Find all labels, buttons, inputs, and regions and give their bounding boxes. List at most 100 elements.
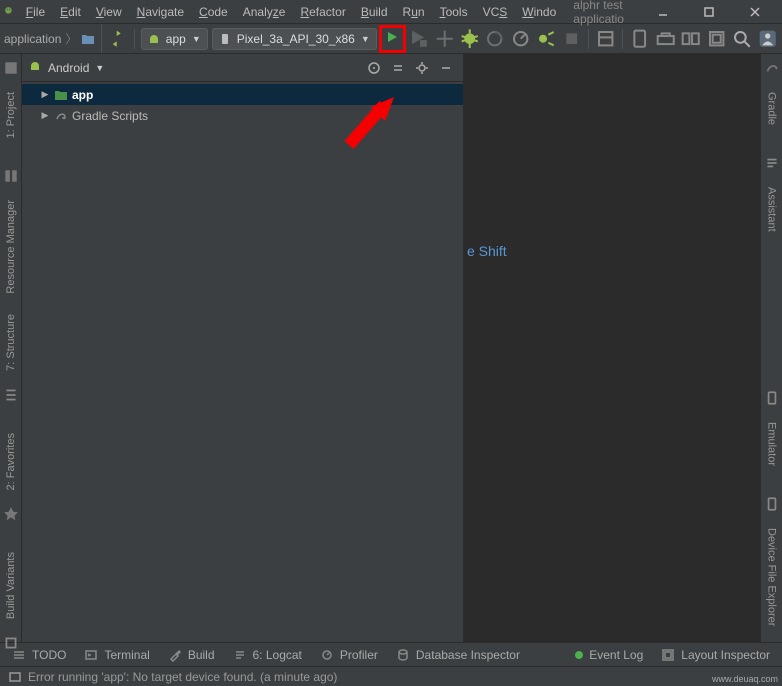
avd-manager-button[interactable] — [629, 28, 650, 50]
run-config-dropdown[interactable]: app ▼ — [141, 28, 208, 50]
build-toolwindow-button[interactable]: Build — [168, 648, 215, 662]
layout-icon — [661, 648, 675, 662]
build-variants-button[interactable]: Build Variants — [5, 542, 17, 629]
menu-file[interactable]: FFileile — [19, 3, 52, 21]
sync-gradle-button[interactable] — [106, 28, 127, 50]
event-log-button[interactable]: Event Log — [575, 648, 643, 662]
user-avatar[interactable] — [757, 28, 778, 50]
project-tree[interactable]: ▶ app ▶ Gradle Scripts — [22, 82, 463, 642]
left-toolwindow-rail: 1: Project Resource Manager 7: Structure… — [0, 54, 22, 642]
star-icon[interactable] — [3, 506, 19, 522]
menu-analyze[interactable]: Analyze — [236, 3, 293, 21]
device-label: Pixel_3a_API_30_x86 — [237, 32, 355, 46]
project-panel: Android ▼ ▶ — [22, 54, 464, 642]
device-file-explorer-icon[interactable] — [764, 496, 780, 512]
logcat-toolwindow-button[interactable]: 6: Logcat — [233, 648, 302, 662]
collapse-all-button[interactable] — [387, 57, 409, 79]
structure-icon[interactable] — [3, 387, 19, 403]
tree-item-gradle-scripts[interactable]: ▶ Gradle Scripts — [22, 105, 463, 126]
project-view-mode[interactable]: Android — [48, 61, 89, 75]
window-close-button[interactable] — [732, 0, 778, 24]
project-toolwindow-icon[interactable] — [3, 60, 19, 76]
sdk-manager-button[interactable] — [655, 28, 676, 50]
menu-code[interactable]: Code — [192, 3, 235, 21]
profile-button[interactable] — [510, 28, 531, 50]
watermark: www.deuaq.com — [712, 674, 778, 684]
statusbar: Error running 'app': No target device fo… — [0, 666, 782, 686]
resource-manager-button[interactable] — [680, 28, 701, 50]
statusbar-message: Error running 'app': No target device fo… — [28, 670, 337, 684]
panel-settings-button[interactable] — [411, 57, 433, 79]
terminal-toolwindow-button[interactable]: Terminal — [84, 648, 149, 662]
favorites-toolwindow-button[interactable]: 2: Favorites — [5, 423, 17, 500]
apply-changes-button[interactable] — [434, 28, 455, 50]
panel-hide-button[interactable] — [435, 57, 457, 79]
run-config-label: app — [166, 32, 186, 46]
chevron-right-icon[interactable]: ▶ — [40, 110, 50, 121]
breadcrumb[interactable]: application 〉 — [4, 24, 102, 53]
build-variants-icon[interactable] — [3, 635, 19, 651]
status-dot-icon — [575, 651, 583, 659]
menu-edit[interactable]: Edit — [53, 3, 88, 21]
statusbar-toggle-icon[interactable] — [8, 670, 22, 684]
layout-inspector-button[interactable] — [706, 28, 727, 50]
tree-item-label: app — [72, 88, 93, 102]
menu-tools[interactable]: Tools — [433, 3, 475, 21]
phone-icon — [219, 33, 231, 45]
assistant-icon[interactable] — [764, 155, 780, 171]
android-studio-logo-icon — [4, 4, 13, 20]
chevron-right-icon[interactable]: ▶ — [40, 89, 50, 100]
todo-toolwindow-button[interactable]: TODO — [12, 648, 66, 662]
emulator-icon[interactable] — [764, 390, 780, 406]
menu-build[interactable]: Build — [354, 3, 395, 21]
menu-window[interactable]: Windo — [515, 3, 563, 21]
menu-run[interactable]: Run — [396, 3, 432, 21]
attach-debugger-button[interactable] — [535, 28, 556, 50]
profiler-icon — [320, 648, 334, 662]
project-panel-header: Android ▼ — [22, 54, 463, 82]
menu-vcs[interactable]: VCS — [476, 3, 515, 21]
device-file-explorer-button[interactable]: Device File Explorer — [766, 518, 778, 636]
gradle-icon[interactable] — [764, 60, 780, 76]
window-minimize-button[interactable] — [640, 0, 686, 24]
stop-button[interactable] — [561, 28, 582, 50]
resource-manager-button[interactable]: Resource Manager — [5, 190, 17, 304]
android-icon — [28, 59, 42, 76]
run-button[interactable] — [381, 27, 404, 51]
emulator-toolwindow-button[interactable]: Emulator — [766, 412, 778, 476]
run-with-coverage-button[interactable] — [484, 28, 505, 50]
device-dropdown[interactable]: Pixel_3a_API_30_x86 ▼ — [212, 28, 377, 50]
run-tests-button[interactable] — [408, 28, 429, 50]
vcs-update-button[interactable] — [595, 28, 616, 50]
right-toolwindow-rail: Gradle Assistant Emulator Device File Ex… — [760, 54, 782, 642]
workspace: 1: Project Resource Manager 7: Structure… — [0, 54, 782, 642]
breadcrumb-label: application — [4, 32, 61, 46]
menu-navigate[interactable]: Navigate — [130, 3, 191, 21]
menubar: FFileile Edit View Navigate Code Analyze… — [19, 3, 564, 21]
resource-manager-icon[interactable] — [3, 168, 19, 184]
gradle-toolwindow-button[interactable]: Gradle — [766, 82, 778, 135]
layout-inspector-button[interactable]: Layout Inspector — [661, 648, 770, 662]
terminal-icon — [84, 648, 98, 662]
play-icon — [385, 30, 399, 47]
menu-refactor[interactable]: Refactor — [293, 3, 352, 21]
editor-area: e Shift — [464, 54, 760, 642]
project-toolwindow-button[interactable]: 1: Project — [5, 82, 17, 148]
window-title: alphr test applicatio — [563, 0, 640, 26]
debug-button[interactable] — [459, 28, 480, 50]
structure-toolwindow-button[interactable]: 7: Structure — [5, 304, 17, 381]
database-inspector-button[interactable]: Database Inspector — [396, 648, 520, 662]
titlebar: FFileile Edit View Navigate Code Analyze… — [0, 0, 782, 24]
select-opened-file-button[interactable] — [363, 57, 385, 79]
android-icon — [148, 33, 160, 45]
logcat-icon — [233, 648, 247, 662]
profiler-toolwindow-button[interactable]: Profiler — [320, 648, 378, 662]
window-maximize-button[interactable] — [686, 0, 732, 24]
search-everywhere-button[interactable] — [731, 28, 752, 50]
gradle-icon — [54, 109, 68, 123]
tree-item-app[interactable]: ▶ app — [22, 84, 463, 105]
menu-view[interactable]: View — [89, 3, 129, 21]
assistant-toolwindow-button[interactable]: Assistant — [766, 177, 778, 242]
chevron-down-icon[interactable]: ▼ — [95, 63, 104, 73]
database-icon — [396, 648, 410, 662]
